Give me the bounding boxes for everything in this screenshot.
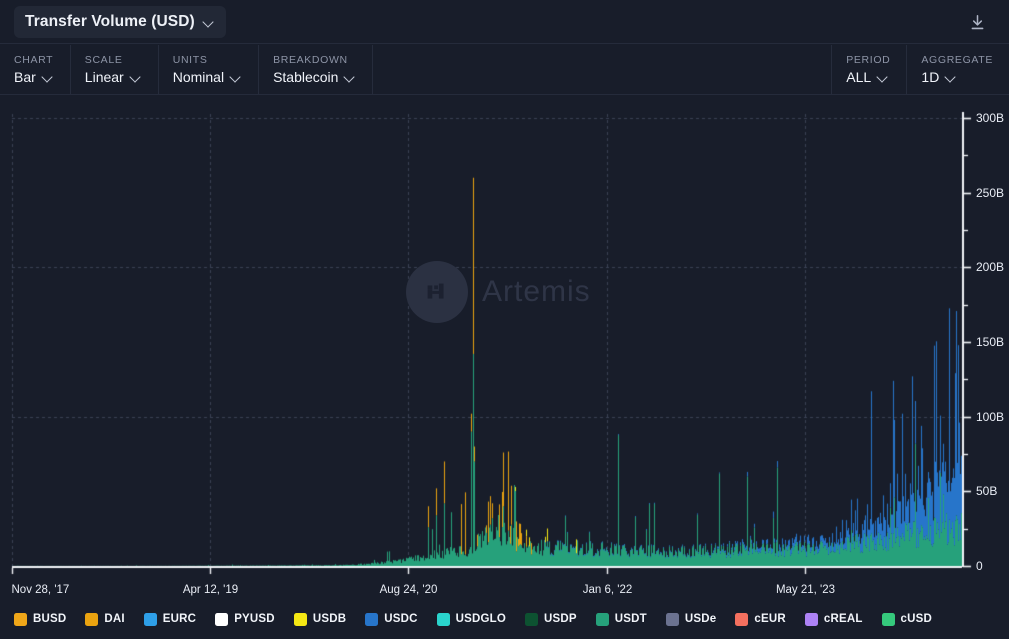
toolbar-group-scale[interactable]: SCALE Linear — [71, 45, 159, 94]
toolbar-label-breakdown: BREAKDOWN — [273, 54, 356, 66]
toolbar-value-units: Nominal — [173, 69, 224, 85]
legend-item-usde[interactable]: USDe — [666, 613, 716, 626]
chevron-down-icon — [345, 72, 356, 83]
legend-item-creal[interactable]: cREAL — [805, 613, 863, 626]
legend-swatch-icon — [14, 613, 27, 626]
legend-label: cUSD — [901, 613, 932, 625]
toolbar-label-aggregate: AGGREGATE — [921, 54, 993, 66]
legend-swatch-icon — [144, 613, 157, 626]
legend-swatch-icon — [805, 613, 818, 626]
toolbar-value-period: ALL — [846, 69, 871, 85]
toolbar-group-chart[interactable]: CHART Bar — [0, 45, 71, 94]
download-button[interactable] — [965, 10, 989, 34]
page-title: Transfer Volume (USD) — [25, 13, 195, 31]
legend-swatch-icon — [437, 613, 450, 626]
legend-item-usdc[interactable]: USDC — [365, 613, 417, 626]
legend-label: BUSD — [33, 613, 66, 625]
metric-selector-dropdown[interactable]: Transfer Volume (USD) — [14, 6, 226, 38]
legend-swatch-icon — [365, 613, 378, 626]
legend-swatch-icon — [666, 613, 679, 626]
legend-label: USDe — [685, 613, 716, 625]
legend-label: USDT — [615, 613, 647, 625]
legend-item-eurc[interactable]: EURC — [144, 613, 196, 626]
toolbar-value-scale: Linear — [85, 69, 124, 85]
chevron-down-icon — [131, 72, 142, 83]
toolbar-value-breakdown: Stablecoin — [273, 69, 338, 85]
page-header: Transfer Volume (USD) — [0, 0, 1009, 44]
chart-area[interactable]: Artemis 050B100B150B200B250B300BNov 28, … — [0, 96, 1009, 598]
legend-swatch-icon — [596, 613, 609, 626]
legend-item-usdt[interactable]: USDT — [596, 613, 647, 626]
legend-label: PYUSD — [234, 613, 275, 625]
legend-label: cREAL — [824, 613, 863, 625]
legend-swatch-icon — [215, 613, 228, 626]
toolbar-label-scale: SCALE — [85, 54, 142, 66]
toolbar-group-breakdown[interactable]: BREAKDOWN Stablecoin — [259, 45, 373, 94]
legend-swatch-icon — [735, 613, 748, 626]
chart-toolbar: CHART Bar SCALE Linear UNITS Nominal BRE… — [0, 45, 1009, 95]
legend-swatch-icon — [294, 613, 307, 626]
toolbar-value-aggregate: 1D — [921, 69, 939, 85]
legend-label: USDC — [384, 613, 417, 625]
chart-legend: BUSD DAI EURC PYUSD USDB USDC USDGLO USDP USDT US… — [0, 599, 1009, 639]
legend-label: cEUR — [754, 613, 785, 625]
chevron-down-icon — [878, 72, 889, 83]
legend-swatch-icon — [85, 613, 98, 626]
toolbar-label-period: PERIOD — [846, 54, 890, 66]
legend-item-cusd[interactable]: cUSD — [882, 613, 932, 626]
legend-label: EURC — [163, 613, 196, 625]
legend-label: DAI — [104, 613, 124, 625]
toolbar-label-units: UNITS — [173, 54, 242, 66]
legend-swatch-icon — [525, 613, 538, 626]
legend-item-pyusd[interactable]: PYUSD — [215, 613, 275, 626]
legend-label: USDP — [544, 613, 577, 625]
toolbar-group-units[interactable]: UNITS Nominal — [159, 45, 259, 94]
legend-item-dai[interactable]: DAI — [85, 613, 124, 626]
legend-swatch-icon — [882, 613, 895, 626]
chevron-down-icon — [946, 72, 957, 83]
legend-item-busd[interactable]: BUSD — [14, 613, 66, 626]
toolbar-value-chart: Bar — [14, 69, 36, 85]
legend-item-usdb[interactable]: USDB — [294, 613, 346, 626]
toolbar-group-period[interactable]: PERIOD ALL — [832, 45, 907, 94]
chevron-down-icon — [204, 17, 215, 28]
legend-item-usdp[interactable]: USDP — [525, 613, 577, 626]
download-icon — [968, 13, 987, 32]
artemis-chart-page: Transfer Volume (USD) CHART Bar SCALE Li… — [0, 0, 1009, 639]
legend-label: USDGLO — [456, 613, 506, 625]
toolbar-group-aggregate[interactable]: AGGREGATE 1D — [907, 45, 1009, 94]
legend-item-ceur[interactable]: cEUR — [735, 613, 785, 626]
legend-label: USDB — [313, 613, 346, 625]
toolbar-spacer — [373, 45, 832, 94]
toolbar-label-chart: CHART — [14, 54, 54, 66]
chevron-down-icon — [231, 72, 242, 83]
transfer-volume-bar-chart[interactable] — [0, 96, 1009, 598]
chevron-down-icon — [43, 72, 54, 83]
legend-item-usdglo[interactable]: USDGLO — [437, 613, 506, 626]
